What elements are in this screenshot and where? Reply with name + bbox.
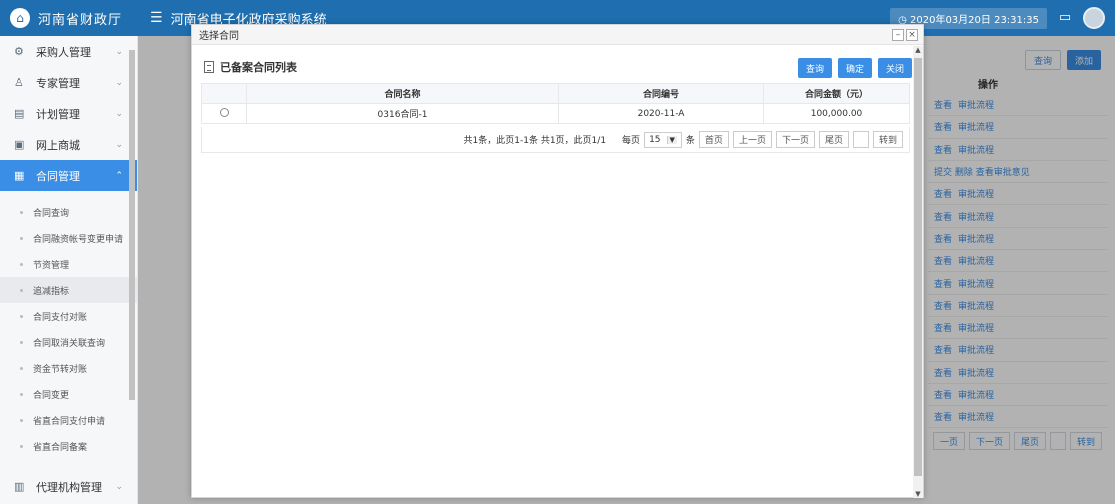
- select-column-header: [201, 83, 247, 104]
- last-page-button[interactable]: 尾页: [818, 131, 849, 148]
- chevron-down-icon: ⌄: [115, 108, 123, 119]
- contract-table: 合同名称 合同编号 合同金额（元） 0316合同-1 2020-11-A 100…: [201, 83, 910, 124]
- sidebar-item-purchaser[interactable]: ⚙ 采购人管理 ⌄: [0, 36, 137, 67]
- sidebar-item-store[interactable]: ▣ 网上商城 ⌄: [0, 129, 137, 160]
- agency-icon: ▥: [14, 480, 25, 493]
- menu-toggle-icon[interactable]: ☰: [150, 10, 163, 26]
- avatar[interactable]: [1083, 7, 1105, 29]
- scroll-up-icon[interactable]: ▲: [913, 46, 923, 54]
- table-pager: 共1条，此页1-1条 共1页，此页1/1 每页 15 ▼ 条 首页 上一页 下一…: [201, 127, 910, 153]
- per-page-unit: 条: [685, 136, 695, 146]
- gear-icon: ⚙: [14, 45, 24, 58]
- column-header: 合同金额（元）: [763, 83, 910, 104]
- sidebar-subitem[interactable]: 合同支付对账: [0, 303, 137, 329]
- prev-page-button[interactable]: 上一页: [732, 131, 772, 148]
- first-page-button[interactable]: 首页: [698, 131, 729, 148]
- sidebar: ⚙ 采购人管理 ⌄ ♙ 专家管理 ⌄ ▤ 计划管理 ⌄ ▣ 网上商城 ⌄ ▦ 合…: [0, 36, 138, 504]
- contract-code-cell: 2020-11-A: [558, 103, 764, 124]
- close-icon[interactable]: ×: [906, 29, 918, 41]
- sidebar-subitem[interactable]: 省直合同支付申请: [0, 407, 137, 433]
- chevron-down-icon: ⌄: [115, 46, 123, 57]
- per-page-select[interactable]: 15 ▼: [644, 131, 682, 148]
- dialog-body: 已备案合同列表 查询 确定 关闭 合同名称 合同编号 合同金额（元） 0316合…: [192, 46, 914, 496]
- sidebar-subitem[interactable]: 省直合同备案: [0, 433, 137, 459]
- per-page-label: 每页: [622, 136, 641, 146]
- chevron-up-icon: ⌃: [115, 170, 123, 181]
- table-row[interactable]: 0316合同-1 2020-11-A 100,000.00: [201, 103, 910, 124]
- confirm-button[interactable]: 确定: [838, 58, 873, 78]
- page-number-input[interactable]: [852, 131, 869, 148]
- logo: ⌂ 河南省财政厅: [0, 8, 138, 28]
- window-controls: – ×: [892, 29, 918, 41]
- message-icon[interactable]: ▭: [1057, 10, 1073, 26]
- sidebar-item-expert[interactable]: ♙ 专家管理 ⌄: [0, 67, 137, 98]
- sidebar-subitem[interactable]: 节资管理: [0, 251, 137, 277]
- sidebar-item-contract[interactable]: ▦ 合同管理 ⌃: [0, 160, 137, 191]
- dialog-titlebar: 选择合同 – ×: [192, 25, 923, 45]
- column-header: 合同名称: [246, 83, 559, 104]
- pager-summary: 共1条，此页1-1条 共1页，此页1/1: [463, 136, 607, 146]
- sidebar-item-label: 合同管理: [36, 169, 80, 183]
- query-button[interactable]: 查询: [798, 58, 833, 78]
- sidebar-subitem[interactable]: 合同取消关联查询: [0, 329, 137, 355]
- goto-button[interactable]: 转到: [872, 131, 903, 148]
- next-page-button[interactable]: 下一页: [775, 131, 815, 148]
- sidebar-subitem[interactable]: 合同融资帐号变更申请: [0, 225, 137, 251]
- sidebar-scrollbar[interactable]: [127, 36, 137, 504]
- dialog-scrollbar[interactable]: ▲ ▼: [913, 46, 923, 498]
- person-icon: ♙: [14, 76, 24, 89]
- row-radio[interactable]: [219, 107, 229, 117]
- row-select-cell[interactable]: [201, 103, 247, 124]
- column-header: 合同编号: [558, 83, 764, 104]
- select-contract-dialog: 选择合同 – × 已备案合同列表 查询 确定 关闭 合同名称 合同编号 合同金额…: [191, 24, 924, 498]
- sidebar-item-agency[interactable]: ▥ 代理机构管理 ⌄: [0, 471, 137, 502]
- sidebar-subitem[interactable]: 合同查询: [0, 199, 137, 225]
- sidebar-item-label: 专家管理: [36, 76, 80, 90]
- chevron-down-icon: ⌄: [115, 77, 123, 88]
- logo-text: 河南省财政厅: [38, 12, 123, 28]
- chevron-down-icon: ⌄: [115, 139, 123, 150]
- close-button[interactable]: 关闭: [878, 58, 913, 78]
- contract-amount-cell: 100,000.00: [763, 103, 910, 124]
- list-title: 已备案合同列表: [204, 59, 297, 75]
- dialog-title: 选择合同: [199, 31, 239, 42]
- sidebar-subitem[interactable]: 合同变更: [0, 381, 137, 407]
- sidebar-item-label: 代理机构管理: [36, 480, 102, 494]
- dialog-actions: 查询 确定 关闭: [798, 58, 913, 78]
- contract-icon: ▦: [14, 169, 25, 182]
- home-icon: ⌂: [10, 8, 30, 28]
- sidebar-item-label: 采购人管理: [36, 45, 91, 59]
- sidebar-subitem-current[interactable]: 追减指标: [0, 277, 137, 303]
- per-page-value: 15: [649, 134, 661, 145]
- sidebar-subitem[interactable]: 资金节转对账: [0, 355, 137, 381]
- list-title-text: 已备案合同列表: [220, 61, 297, 74]
- scroll-down-icon[interactable]: ▼: [913, 490, 923, 498]
- minimize-icon[interactable]: –: [892, 29, 904, 41]
- chevron-down-icon: ⌄: [115, 481, 123, 492]
- sidebar-item-label: 计划管理: [36, 107, 80, 121]
- contract-name-cell: 0316合同-1: [246, 103, 559, 124]
- sidebar-item-plan[interactable]: ▤ 计划管理 ⌄: [0, 98, 137, 129]
- sidebar-item-label: 网上商城: [36, 138, 80, 152]
- store-icon: ▣: [14, 138, 25, 151]
- scrollbar-thumb[interactable]: [914, 58, 922, 476]
- chevron-down-icon: ▼: [666, 135, 677, 144]
- document-icon: [204, 61, 214, 73]
- list-icon: ▤: [14, 107, 25, 120]
